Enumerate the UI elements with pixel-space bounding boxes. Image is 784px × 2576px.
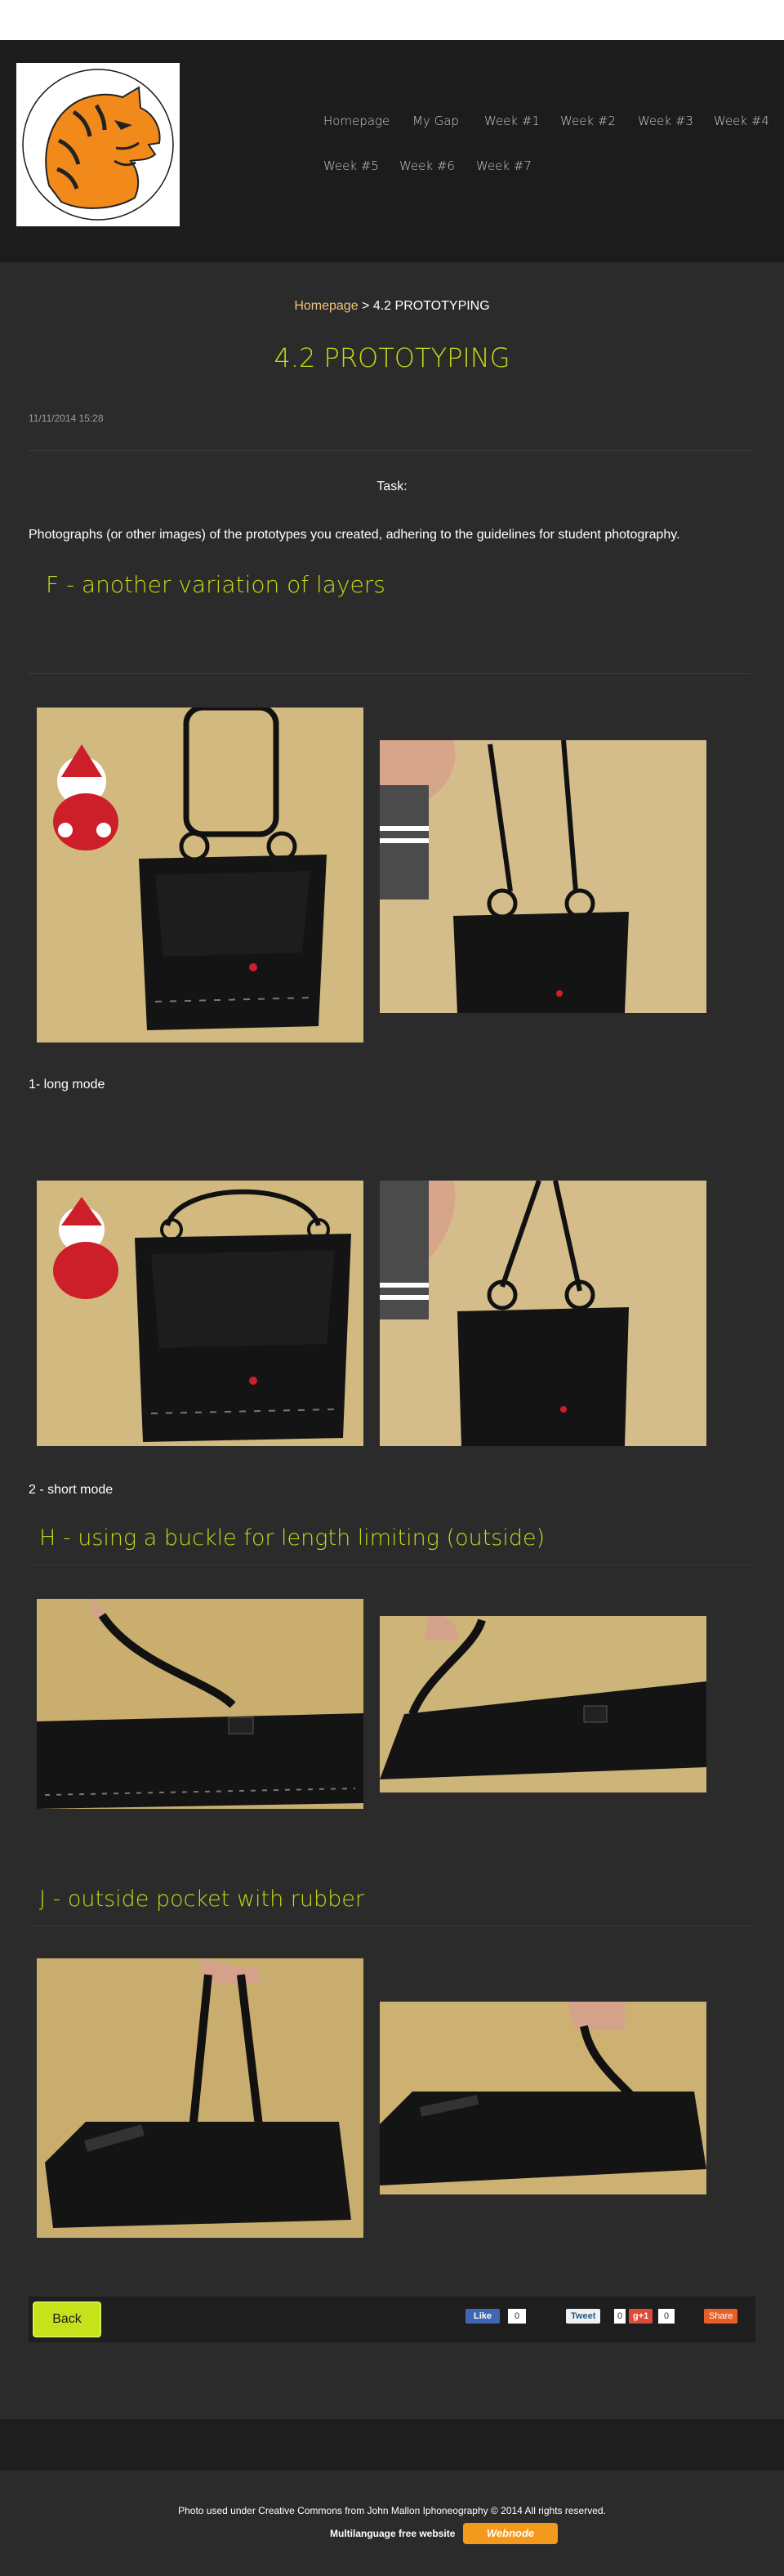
footer-credit: Photo used under Creative Commons from J… bbox=[178, 2505, 606, 2516]
photo-buckle-1[interactable] bbox=[37, 1599, 363, 1809]
bag-photo-image bbox=[380, 2002, 706, 2194]
post-date: 11/11/2014 15:28 bbox=[29, 413, 104, 424]
webnode-badge[interactable]: Webnode bbox=[463, 2523, 558, 2544]
nav-item-week-4[interactable]: Week #4 bbox=[714, 114, 769, 128]
section-title-f: F - another variation of layers bbox=[46, 571, 385, 598]
photo-buckle-2[interactable] bbox=[380, 1616, 706, 1792]
google-plus-count: 0 bbox=[658, 2309, 675, 2324]
breadcrumb-home-link[interactable]: Homepage bbox=[294, 299, 358, 313]
nav-item-week-5[interactable]: Week #5 bbox=[323, 158, 379, 173]
breadcrumb: Homepage > 4.2 PROTOTYPING bbox=[0, 299, 784, 314]
bag-photo-image bbox=[37, 1599, 363, 1809]
site-logo[interactable] bbox=[16, 63, 180, 226]
bag-photo-image bbox=[37, 1958, 363, 2238]
bag-photo-image bbox=[380, 1181, 706, 1446]
photo-short-mode-hand[interactable] bbox=[380, 1181, 706, 1446]
site-header: Homepage My Gap Week #1 Week #2 Week #3 … bbox=[0, 40, 784, 262]
breadcrumb-separator: > bbox=[358, 299, 373, 313]
site-footer: Photo used under Creative Commons from J… bbox=[0, 2471, 784, 2576]
footer-band bbox=[0, 2419, 784, 2471]
facebook-like-button[interactable]: Like bbox=[466, 2309, 501, 2324]
share-button[interactable]: Share bbox=[704, 2309, 738, 2324]
divider bbox=[29, 673, 751, 674]
facebook-like-count: 0 bbox=[508, 2309, 526, 2324]
bag-photo-image bbox=[380, 1616, 706, 1792]
caption-short-mode: 2 - short mode bbox=[29, 1483, 114, 1497]
main-content: Homepage > 4.2 PROTOTYPING 4.2 PROTOTYPI… bbox=[0, 262, 784, 2419]
photo-long-mode-front[interactable] bbox=[37, 708, 363, 1042]
tweet-count: 0 bbox=[614, 2309, 626, 2324]
webnode-badge-label: Webnode bbox=[486, 2527, 535, 2539]
photo-pocket-2[interactable] bbox=[380, 2002, 706, 2194]
nav-item-my-gap[interactable]: My Gap bbox=[412, 114, 459, 128]
bag-photo-image bbox=[37, 1181, 363, 1446]
photo-short-mode-front[interactable] bbox=[37, 1181, 363, 1446]
photo-pocket-1[interactable] bbox=[37, 1958, 363, 2238]
bag-photo-image bbox=[380, 740, 706, 1013]
nav-item-week-7[interactable]: Week #7 bbox=[476, 158, 532, 173]
tiger-logo-icon bbox=[22, 69, 174, 221]
nav-item-week-6[interactable]: Week #6 bbox=[399, 158, 455, 173]
divider bbox=[29, 450, 751, 451]
top-white-strip bbox=[0, 0, 784, 40]
bag-photo-image bbox=[37, 708, 363, 1042]
nav-item-week-1[interactable]: Week #1 bbox=[484, 114, 540, 128]
back-button[interactable]: Back bbox=[33, 2301, 101, 2337]
page-title: 4.2 PROTOTYPING bbox=[274, 342, 510, 373]
nav-item-homepage[interactable]: Homepage bbox=[323, 114, 390, 128]
breadcrumb-current: 4.2 PROTOTYPING bbox=[372, 299, 490, 313]
nav-item-week-3[interactable]: Week #3 bbox=[638, 114, 693, 128]
nav-item-week-2[interactable]: Week #2 bbox=[560, 114, 616, 128]
task-label: Task: bbox=[376, 480, 408, 493]
section-title-h: H - using a buckle for length limiting (… bbox=[39, 1525, 546, 1551]
task-description: Photographs (or other images) of the pro… bbox=[29, 528, 680, 542]
caption-long-mode: 1- long mode bbox=[29, 1078, 105, 1092]
tweet-button[interactable]: Tweet bbox=[566, 2309, 601, 2324]
footer-multilanguage-link[interactable]: Multilanguage free website bbox=[330, 2528, 455, 2539]
google-plus-button[interactable]: g+1 bbox=[629, 2309, 653, 2324]
section-title-j: J - outside pocket with rubber bbox=[39, 1886, 365, 1912]
photo-long-mode-hand[interactable] bbox=[380, 740, 706, 1013]
